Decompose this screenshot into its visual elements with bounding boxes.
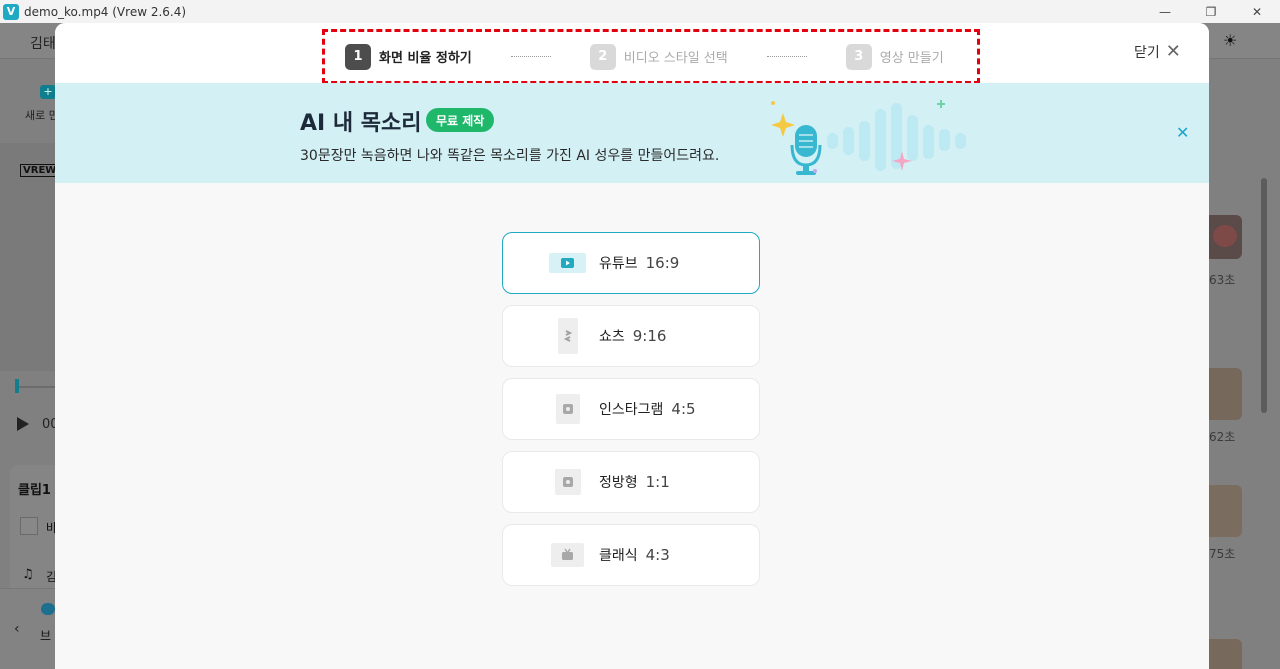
background-scrollbar [1261, 178, 1267, 413]
vrew-watermark: VREW [20, 164, 60, 177]
thumbnail [1209, 368, 1242, 420]
free-badge: 무료 제작 [426, 108, 495, 132]
background-right-panel: ☀ 63초 62초 75초 [1209, 23, 1280, 669]
step-divider [510, 56, 551, 57]
thumbnail-duration: 63초 [1209, 273, 1236, 287]
microphone-illustration-icon [771, 100, 966, 175]
thumbnail [1209, 485, 1242, 537]
close-button[interactable]: 닫기 ✕ [1134, 42, 1181, 62]
thumbnail-duration: 62초 [1209, 430, 1236, 444]
window-title: demo_ko.mp4 (Vrew 2.6.4) [24, 4, 187, 19]
option-shorts[interactable]: 쇼츠 9:16 [502, 305, 760, 367]
play-icon [17, 417, 29, 431]
clip-checkbox [20, 517, 38, 535]
background-user-name: 김태 [30, 36, 56, 52]
close-label: 닫기 [1134, 45, 1160, 61]
aspect-ratio-options: 유튜브 16:9 쇼츠 9:16 인스타그램 4:5 정방형 1:1 클래식 4… [502, 232, 761, 597]
option-ratio: 1:1 [645, 473, 670, 491]
option-label: 정방형 [599, 475, 638, 491]
modal-header: 1 화면 비율 정하기 2 비디오 스타일 선택 3 영상 만들기 닫기 ✕ [55, 23, 1209, 84]
thumbnail [1209, 639, 1242, 669]
clip-title: 클립1 [18, 483, 51, 498]
maximize-button[interactable]: ❐ [1188, 0, 1234, 23]
option-youtube[interactable]: 유튜브 16:9 [502, 232, 760, 294]
option-ratio: 9:16 [632, 327, 667, 345]
square-icon [554, 469, 581, 495]
window-close-button[interactable]: ✕ [1234, 0, 1280, 23]
step-label: 화면 비율 정하기 [379, 51, 472, 66]
option-label: 유튜브 [599, 256, 638, 272]
option-ratio: 16:9 [645, 254, 680, 272]
step-2: 2 비디오 스타일 선택 [589, 43, 728, 70]
step-number: 1 [345, 43, 371, 70]
stepper: 1 화면 비율 정하기 2 비디오 스타일 선택 3 영상 만들기 [322, 29, 980, 84]
step-3: 3 영상 만들기 [845, 43, 944, 70]
playback-progress-track [19, 386, 55, 388]
chat-bubble-icon [41, 603, 55, 615]
banner-close-icon[interactable]: ✕ [1176, 123, 1189, 142]
minimize-button[interactable]: — [1142, 0, 1188, 23]
video-preview [0, 143, 55, 371]
tv-icon [551, 543, 584, 567]
youtube-icon [549, 253, 586, 273]
chevron-left-icon: ‹ [14, 621, 20, 637]
thumbnail [1209, 215, 1242, 259]
option-ratio: 4:5 [671, 400, 696, 418]
close-icon: ✕ [1165, 41, 1181, 62]
option-label: 인스타그램 [599, 402, 664, 418]
step-1: 1 화면 비율 정하기 [345, 43, 472, 70]
window-titlebar: V demo_ko.mp4 (Vrew 2.6.4) — ❐ ✕ [0, 0, 1280, 23]
new-project-icon: + [40, 85, 56, 99]
bottom-text: 브 [40, 629, 52, 643]
theme-sun-icon: ☀ [1223, 31, 1238, 50]
option-instagram[interactable]: 인스타그램 4:5 [502, 378, 760, 440]
instagram-icon [555, 394, 580, 424]
option-label: 쇼츠 [599, 329, 625, 345]
step-number: 3 [845, 43, 872, 70]
vrew-logo-icon: V [3, 3, 19, 20]
step-number: 2 [589, 43, 616, 70]
window-controls: — ❐ ✕ [1142, 0, 1280, 23]
step-label: 영상 만들기 [879, 51, 944, 66]
new-video-modal: 1 화면 비율 정하기 2 비디오 스타일 선택 3 영상 만들기 닫기 ✕ A… [55, 23, 1209, 669]
option-square[interactable]: 정방형 1:1 [502, 451, 760, 513]
option-ratio: 4:3 [645, 546, 670, 564]
option-label: 클래식 [599, 548, 638, 564]
new-project-label: 새로 만 [25, 109, 59, 122]
shorts-icon [557, 318, 578, 354]
thumbnail-duration: 75초 [1209, 547, 1236, 561]
step-divider [766, 56, 807, 57]
option-classic[interactable]: 클래식 4:3 [502, 524, 760, 586]
music-icon: ♫ [22, 567, 34, 582]
banner-title: AI 내 목소리 [300, 111, 422, 136]
ai-voice-banner[interactable]: AI 내 목소리 무료 제작 30문장만 녹음하면 나와 똑같은 목소리를 가진… [55, 83, 1209, 183]
banner-subtitle: 30문장만 녹음하면 나와 똑같은 목소리를 가진 AI 성우를 만들어드려요. [300, 148, 720, 164]
step-label: 비디오 스타일 선택 [623, 51, 728, 66]
